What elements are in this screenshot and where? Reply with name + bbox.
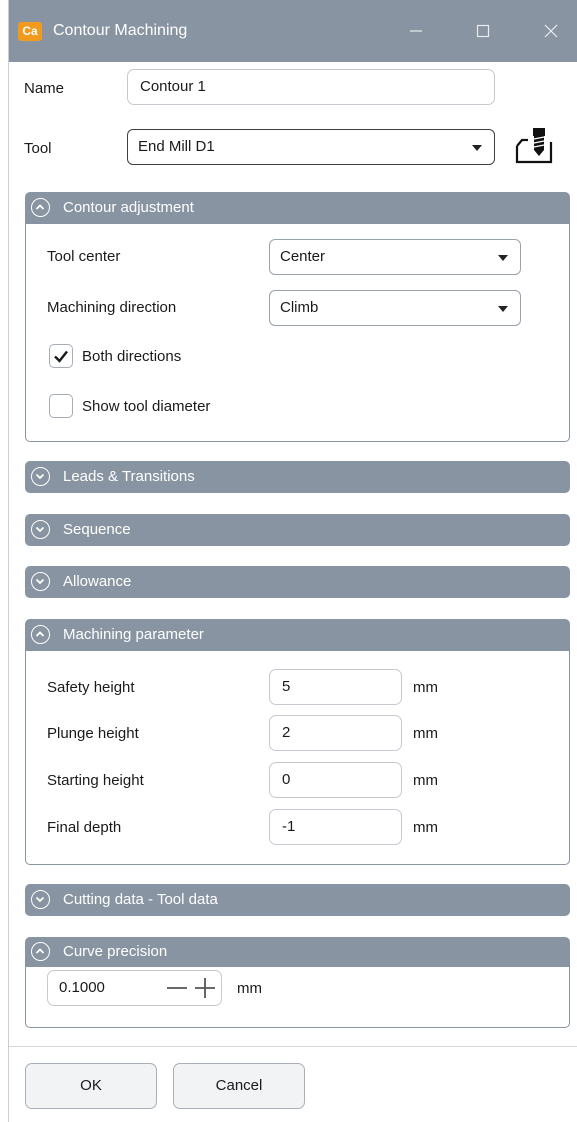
chevron-up-icon (31, 198, 50, 217)
name-input[interactable]: Contour 1 (127, 69, 495, 105)
chevron-down-icon (498, 255, 508, 261)
chevron-down-icon (31, 520, 50, 539)
tool-select-value: End Mill D1 (138, 138, 215, 155)
machining-parameter-title: Machining parameter (63, 626, 204, 643)
close-icon (544, 24, 558, 38)
chevron-down-icon (31, 467, 50, 486)
footer-divider (9, 1046, 577, 1047)
ok-button[interactable]: OK (25, 1063, 157, 1109)
maximize-button[interactable] (466, 16, 500, 46)
starting-height-unit: mm (413, 772, 438, 789)
chevron-down-icon (472, 145, 482, 151)
plunge-height-label: Plunge height (47, 725, 139, 742)
curve-precision-unit: mm (237, 980, 262, 997)
allowance-header[interactable]: Allowance (25, 566, 570, 598)
tool-center-label: Tool center (47, 248, 121, 265)
machining-parameter-header[interactable]: Machining parameter (25, 619, 570, 651)
plunge-height-input[interactable]: 2 (269, 715, 402, 751)
plunge-height-unit: mm (413, 725, 438, 742)
show-tool-diameter-checkbox[interactable] (49, 394, 73, 418)
decrement-button[interactable] (166, 977, 188, 999)
final-depth-unit: mm (413, 819, 438, 836)
minimize-button[interactable] (399, 16, 433, 46)
window-title: Contour Machining (53, 22, 188, 39)
tool-center-select[interactable]: Center (269, 239, 521, 275)
contour-machining-dialog: Ca Contour Machining Name Contour 1 Tool… (8, 0, 577, 1122)
both-directions-label: Both directions (82, 348, 182, 365)
chevron-up-icon (31, 942, 50, 961)
tool-library-icon (515, 128, 553, 164)
increment-button[interactable] (194, 977, 216, 999)
close-button[interactable] (534, 16, 568, 46)
maximize-icon (476, 24, 490, 38)
safety-height-input[interactable]: 5 (269, 669, 402, 705)
contour-adjustment-header[interactable]: Contour adjustment (25, 192, 570, 224)
leads-transitions-title: Leads & Transitions (63, 468, 195, 485)
final-depth-label: Final depth (47, 819, 122, 836)
name-label: Name (24, 80, 65, 97)
final-depth-input[interactable]: -1 (269, 809, 402, 845)
curve-precision-header[interactable]: Curve precision (25, 937, 570, 967)
sequence-header[interactable]: Sequence (25, 514, 570, 546)
show-tool-diameter-label: Show tool diameter (82, 398, 211, 415)
tool-label: Tool (24, 140, 52, 157)
tool-select[interactable]: End Mill D1 (127, 129, 495, 165)
contour-adjustment-title: Contour adjustment (63, 199, 194, 216)
curve-precision-stepper[interactable]: 0.1000 (47, 970, 222, 1006)
checkmark-icon (54, 350, 68, 363)
chevron-down-icon (31, 890, 50, 909)
minus-icon (167, 987, 187, 989)
plus-icon (195, 978, 215, 998)
cutting-data-header[interactable]: Cutting data - Tool data (25, 884, 570, 916)
app-icon: Ca (18, 22, 42, 41)
sequence-title: Sequence (63, 521, 131, 538)
chevron-up-icon (31, 625, 50, 644)
curve-precision-value[interactable]: 0.1000 (59, 971, 105, 1005)
allowance-title: Allowance (63, 573, 132, 590)
title-bar[interactable]: Ca Contour Machining (9, 0, 577, 62)
machining-direction-label: Machining direction (47, 299, 177, 316)
curve-precision-title: Curve precision (63, 943, 168, 960)
safety-height-label: Safety height (47, 679, 135, 696)
safety-height-unit: mm (413, 679, 438, 696)
machining-direction-value: Climb (280, 299, 319, 316)
minimize-icon (410, 30, 422, 32)
machining-direction-select[interactable]: Climb (269, 290, 521, 326)
chevron-down-icon (498, 306, 508, 312)
starting-height-input[interactable]: 0 (269, 762, 402, 798)
starting-height-label: Starting height (47, 772, 144, 789)
both-directions-checkbox[interactable] (49, 344, 73, 368)
chevron-down-icon (31, 572, 50, 591)
tool-database-button[interactable] (514, 126, 556, 166)
cutting-data-title: Cutting data - Tool data (63, 891, 218, 908)
cancel-button[interactable]: Cancel (173, 1063, 305, 1109)
leads-transitions-header[interactable]: Leads & Transitions (25, 461, 570, 493)
tool-center-value: Center (280, 248, 326, 265)
